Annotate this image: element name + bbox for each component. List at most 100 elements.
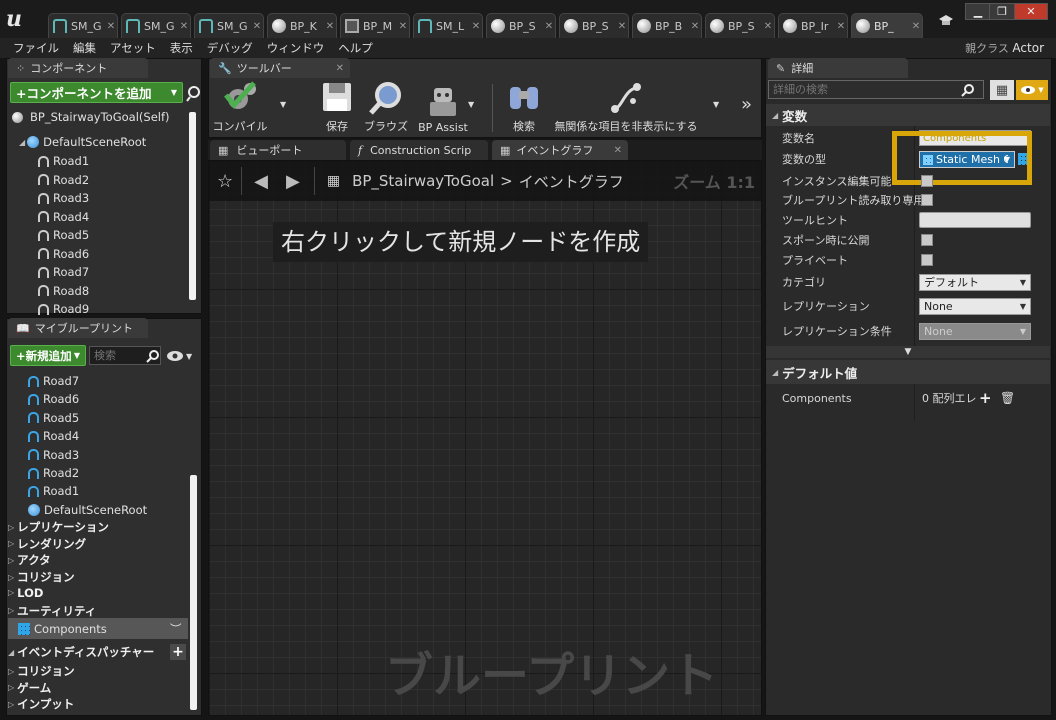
variable-item[interactable]: DefaultSceneRoot xyxy=(28,503,147,517)
maximize-button[interactable]: ❐ xyxy=(989,3,1015,20)
variable-item[interactable]: Road2 xyxy=(28,466,79,480)
category-item[interactable]: ▷ アクタ xyxy=(8,552,51,568)
property-matrix-button[interactable]: ▦ xyxy=(990,80,1014,100)
close-tab-icon[interactable]: ✕ xyxy=(178,21,190,32)
tooltip-input[interactable] xyxy=(919,212,1031,228)
star-icon[interactable]: ☆ xyxy=(217,171,233,192)
back-arrow-icon[interactable]: ◀ xyxy=(254,171,268,192)
document-tab-6[interactable]: SM_L ✕ xyxy=(413,13,483,38)
menu-debug[interactable]: デバッグ xyxy=(200,40,260,56)
category-item[interactable]: ▷ レプリケーション xyxy=(8,519,109,535)
private-checkbox[interactable] xyxy=(921,254,933,266)
document-tab-2[interactable]: SM_G ✕ xyxy=(121,13,191,38)
add-dispatcher-plus-icon[interactable]: + xyxy=(170,644,186,660)
component-item[interactable]: Road2 xyxy=(38,173,89,187)
document-tab-8[interactable]: BP_S ✕ xyxy=(559,13,629,38)
close-tab-icon[interactable]: ✕ xyxy=(470,21,482,32)
document-tab-4[interactable]: BP_K ✕ xyxy=(267,13,337,38)
tab-construction-script[interactable]: f Construction Scrip xyxy=(350,140,488,160)
replication-condition-dropdown[interactable]: None ▼ xyxy=(919,322,1031,340)
tab-my-blueprint[interactable]: 📖 マイブループリント xyxy=(8,318,148,338)
variable-item[interactable]: Road1 xyxy=(28,484,79,498)
breadcrumb-graph[interactable]: イベントグラフ xyxy=(519,171,624,192)
hide-unrelated-chevron-icon[interactable]: ▼ xyxy=(713,100,719,109)
document-tab-11[interactable]: BP_Ir ✕ xyxy=(778,13,848,38)
variable-item[interactable]: Road4 xyxy=(28,429,79,443)
components-scrollbar[interactable] xyxy=(189,112,196,300)
category-item[interactable]: ▷ LOD xyxy=(8,586,43,600)
compile-button[interactable]: コンパイル xyxy=(212,78,268,134)
graduation-cap-icon[interactable] xyxy=(938,14,954,28)
search-icon[interactable] xyxy=(961,83,975,97)
close-tab-icon[interactable]: ✕ xyxy=(324,21,336,32)
category-item[interactable]: ▷ ゲーム xyxy=(8,680,51,696)
close-tab-icon[interactable]: ✕ xyxy=(762,21,774,32)
category-item[interactable]: ▷ インプット xyxy=(8,696,74,712)
save-button[interactable]: 保存 xyxy=(316,78,358,134)
instance-editable-checkbox[interactable] xyxy=(921,175,933,187)
blueprint-readonly-checkbox[interactable] xyxy=(921,194,933,206)
tab-components[interactable]: ⁘ コンポーネント xyxy=(8,58,148,78)
advanced-expand-chevron-icon[interactable]: ▼ xyxy=(766,346,1050,358)
compile-options-chevron-icon[interactable]: ▼ xyxy=(280,100,286,109)
close-tab-icon[interactable]: ✕ xyxy=(616,21,628,32)
tab-details[interactable]: ✎ 詳細 xyxy=(768,58,908,78)
section-variable-header[interactable]: ◢ 変数 xyxy=(766,104,1050,126)
bp-assist-chevron-icon[interactable]: ▼ xyxy=(468,100,474,109)
component-item[interactable]: Road9 xyxy=(38,302,89,316)
component-self-item[interactable]: BP_StairwayToGoal(Self) xyxy=(12,110,170,124)
category-event-dispatchers[interactable]: ◢ イベントディスパッチャー + xyxy=(8,644,186,660)
close-tab-icon[interactable]: ✕ xyxy=(251,21,263,32)
hide-unrelated-button[interactable]: 無関係な項目を非表示にする xyxy=(552,78,700,134)
variable-item[interactable]: Road7 xyxy=(28,374,79,388)
details-search-input[interactable] xyxy=(773,83,961,96)
close-tab-icon[interactable]: ✕ xyxy=(397,21,409,32)
forward-arrow-icon[interactable]: ▶ xyxy=(286,171,300,192)
document-tab-5[interactable]: BP_M ✕ xyxy=(340,13,410,38)
close-tab-icon[interactable]: ✕ xyxy=(835,21,847,32)
component-item[interactable]: Road8 xyxy=(38,284,89,298)
component-root-item[interactable]: ◢ DefaultSceneRoot xyxy=(19,135,146,149)
toolbar-overflow-chevron-icon[interactable]: » xyxy=(741,94,752,115)
document-tab-12[interactable]: BP_ ✕ xyxy=(851,13,923,38)
document-tab-3[interactable]: SM_G ✕ xyxy=(194,13,264,38)
unreal-logo-icon[interactable]: u xyxy=(6,5,32,33)
expand-triangle-icon[interactable]: ◢ xyxy=(19,138,25,147)
trash-icon[interactable]: 🗑 xyxy=(1000,391,1015,405)
document-tab-9[interactable]: BP_B ✕ xyxy=(632,13,702,38)
tab-toolbar[interactable]: 🔧 ツールバー ✕ xyxy=(210,58,350,78)
browse-button[interactable]: ブラウズ xyxy=(362,78,410,134)
document-tab-10[interactable]: BP_S ✕ xyxy=(705,13,775,38)
variable-item[interactable]: Road6 xyxy=(28,392,79,406)
add-component-button[interactable]: +コンポーネントを追加 ▼ xyxy=(10,82,183,103)
details-view-options-button[interactable]: ▼ xyxy=(1016,80,1048,100)
myblueprint-scrollbar[interactable] xyxy=(190,475,197,710)
close-tab-icon[interactable]: ✕ xyxy=(336,63,344,74)
category-item[interactable]: ▷ コリジョン xyxy=(8,569,75,585)
variable-item[interactable]: Road5 xyxy=(28,411,79,425)
close-tab-icon[interactable]: ✕ xyxy=(105,21,117,32)
expose-on-spawn-checkbox[interactable] xyxy=(921,234,933,246)
variable-item[interactable]: Road3 xyxy=(28,448,79,462)
myblueprint-search-box[interactable] xyxy=(89,346,161,365)
add-new-button[interactable]: +新規追加 ▼ xyxy=(10,345,86,366)
replication-dropdown[interactable]: None ▼ xyxy=(919,297,1031,315)
category-item[interactable]: ▷ レンダリング xyxy=(8,536,86,552)
bp-assist-button[interactable]: BP Assist xyxy=(414,78,472,134)
component-item[interactable]: Road5 xyxy=(38,228,89,242)
document-tab-1[interactable]: SM_G ✕ xyxy=(48,13,118,38)
component-item[interactable]: Road3 xyxy=(38,191,89,205)
find-button[interactable]: 検索 xyxy=(502,78,546,134)
myblueprint-search-input[interactable] xyxy=(94,349,146,362)
variable-components[interactable]: Components ︶ xyxy=(18,622,182,636)
close-window-button[interactable]: ✕ xyxy=(1014,3,1048,20)
document-tab-7[interactable]: BP_S ✕ xyxy=(486,13,556,38)
menu-edit[interactable]: 編集 xyxy=(66,40,103,56)
search-icon[interactable] xyxy=(186,84,202,102)
close-tab-icon[interactable]: ✕ xyxy=(910,21,922,32)
breadcrumb-blueprint[interactable]: BP_StairwayToGoal xyxy=(352,172,494,190)
component-item[interactable]: Road1 xyxy=(38,154,89,168)
tab-event-graph[interactable]: ▦ イベントグラフ ✕ xyxy=(492,140,628,160)
view-options-button[interactable]: ▼ xyxy=(166,348,196,364)
category-item[interactable]: ▷ コリジョン xyxy=(8,663,75,679)
